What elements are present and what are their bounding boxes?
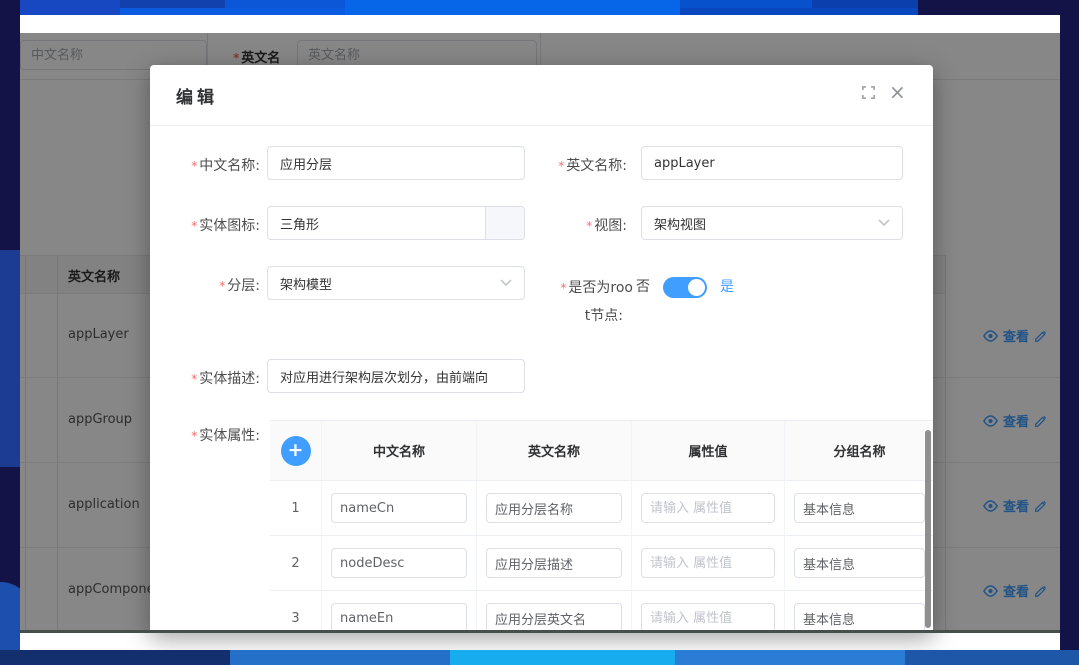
required-asterisk: * <box>586 219 592 233</box>
attr-group-input[interactable] <box>794 493 925 523</box>
left-decor-band <box>0 250 20 467</box>
chevron-down-icon <box>500 279 512 287</box>
attr-group-input[interactable] <box>794 603 925 633</box>
field-label-name-en: *英文名称: <box>510 155 627 175</box>
field-label-view: *视图: <box>510 215 627 235</box>
window-bottom-edge <box>20 630 1060 633</box>
row-index: 1 <box>270 481 322 536</box>
field-label-is-root-line1: *是否为roo <box>525 277 633 297</box>
field-label-entity-desc: *实体描述: <box>150 368 260 388</box>
is-root-toggle[interactable] <box>663 277 707 298</box>
attribute-table-header-row: + 中文名称 英文名称 属性值 分组名称 <box>270 420 933 481</box>
attr-cn-input[interactable] <box>331 548 467 578</box>
attr-value-input[interactable] <box>641 603 775 633</box>
view-select-value: 架构视图 <box>654 214 706 233</box>
modal-title: 编辑 <box>176 83 218 108</box>
switch-off-label: 否 <box>636 276 650 296</box>
attr-en-input[interactable] <box>486 548 622 578</box>
app-window: *英文名 英文名称 appLayer appGroup application … <box>20 15 1060 650</box>
attr-en-input[interactable] <box>486 493 622 523</box>
required-asterisk: * <box>191 429 197 443</box>
add-attribute-cell: + <box>270 421 322 481</box>
top-decor-bar <box>20 0 120 15</box>
bottom-decor-bar <box>0 650 230 665</box>
field-label-entity-icon: *实体图标: <box>150 215 260 235</box>
top-decor-bar <box>680 8 918 15</box>
fullscreen-icon[interactable] <box>861 85 881 105</box>
required-asterisk: * <box>191 219 197 233</box>
field-label-name-cn: *中文名称: <box>150 155 260 175</box>
add-attribute-button[interactable]: + <box>281 436 311 466</box>
entity-icon-field <box>267 206 525 240</box>
top-decor-bar <box>120 8 345 15</box>
modal-header-divider <box>150 125 933 126</box>
header-cell-attr: 属性值 <box>632 421 785 481</box>
switch-on-label: 是 <box>720 276 734 296</box>
attr-cn-input[interactable] <box>331 493 467 523</box>
row-index: 2 <box>270 536 322 591</box>
required-asterisk: * <box>560 281 566 295</box>
attribute-row: 1 <box>270 481 933 536</box>
attr-cn-input[interactable] <box>331 603 467 633</box>
field-label-is-root-line2: t节点: <box>525 305 623 325</box>
bottom-decor-bar <box>450 650 675 665</box>
row-index: 3 <box>270 591 322 633</box>
required-asterisk: * <box>219 279 225 293</box>
screen: *英文名 英文名称 appLayer appGroup application … <box>0 0 1079 665</box>
header-cell-en: 英文名称 <box>477 421 632 481</box>
edit-modal: 编辑 × *中文名称: *英文名称: *实体图标: <box>150 65 933 633</box>
close-icon[interactable]: × <box>889 85 909 105</box>
chevron-down-icon <box>878 219 890 227</box>
entity-desc-input[interactable] <box>267 359 525 393</box>
attr-group-input[interactable] <box>794 548 925 578</box>
name-cn-input[interactable] <box>267 146 525 180</box>
bottom-decor-bar <box>905 650 1079 665</box>
modal-scrollbar[interactable] <box>925 430 931 628</box>
layer-select[interactable]: 架构模型 <box>267 266 525 300</box>
bottom-decor-bar <box>675 650 905 665</box>
header-cell-cn: 中文名称 <box>322 421 477 481</box>
bottom-decor-bar <box>230 650 450 665</box>
name-en-input[interactable] <box>641 146 903 180</box>
attr-value-input[interactable] <box>641 548 775 578</box>
field-label-layer: *分层: <box>150 275 260 295</box>
required-asterisk: * <box>558 159 564 173</box>
attribute-table: + 中文名称 英文名称 属性值 分组名称 1 <box>270 420 933 633</box>
attr-en-input[interactable] <box>486 603 622 633</box>
layer-select-value: 架构模型 <box>280 274 332 293</box>
toggle-knob <box>688 279 705 296</box>
required-asterisk: * <box>191 372 197 386</box>
header-cell-group: 分组名称 <box>785 421 933 481</box>
view-select[interactable]: 架构视图 <box>641 206 903 240</box>
attr-value-input[interactable] <box>641 493 775 523</box>
attribute-row: 3 <box>270 591 933 633</box>
required-asterisk: * <box>191 159 197 173</box>
field-label-entity-attrs: *实体属性: <box>150 425 260 445</box>
attribute-row: 2 <box>270 536 933 591</box>
top-decor-bar <box>345 0 680 15</box>
